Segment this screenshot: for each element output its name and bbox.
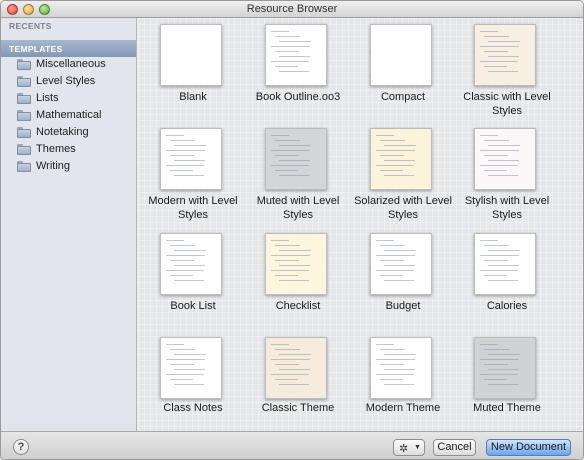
template-thumbnail[interactable] xyxy=(265,233,327,295)
template-item[interactable]: Muted Theme xyxy=(452,331,562,431)
template-name: Budget xyxy=(385,300,421,312)
template-name: Checklist xyxy=(275,300,321,312)
template-name: Modern with Level Styles xyxy=(148,195,238,221)
template-name: Compact xyxy=(380,91,426,103)
folder-icon xyxy=(17,127,31,138)
template-item[interactable]: Stylish with Level Styles xyxy=(452,122,562,222)
template-thumbnail[interactable] xyxy=(370,233,432,295)
sidebar-item-label: Notetaking xyxy=(36,126,89,138)
template-thumbnail[interactable] xyxy=(474,337,536,399)
template-item[interactable]: Muted with Level Styles xyxy=(243,122,353,222)
template-thumbnail[interactable] xyxy=(474,233,536,295)
folder-icon xyxy=(17,59,31,70)
sidebar-item-mathematical[interactable]: Mathematical xyxy=(17,108,135,124)
sidebar-section-recents[interactable]: RECENTS xyxy=(9,21,52,31)
template-name: Muted Theme xyxy=(473,402,541,414)
gear-icon: ✲ xyxy=(399,443,409,455)
title-bar[interactable]: Resource Browser xyxy=(1,1,583,18)
template-thumbnail[interactable] xyxy=(160,337,222,399)
sidebar-item-label: Mathematical xyxy=(36,109,102,121)
sidebar-section-templates[interactable]: TEMPLATES xyxy=(1,40,136,57)
sidebar-item-notetaking[interactable]: Notetaking xyxy=(17,125,135,141)
sidebar-item-label: Level Styles xyxy=(36,75,96,87)
template-item[interactable]: Budget xyxy=(348,227,458,327)
template-item[interactable]: Modern Theme xyxy=(348,331,458,431)
sidebar-item-themes[interactable]: Themes xyxy=(17,142,135,158)
sidebar-item-label: Themes xyxy=(36,143,76,155)
window-title: Resource Browser xyxy=(246,3,338,15)
template-name: Classic Theme xyxy=(261,402,335,414)
folder-icon xyxy=(17,161,31,172)
sidebar-item-label: Writing xyxy=(36,160,71,172)
template-item[interactable]: Classic with Level Styles xyxy=(452,18,562,118)
template-thumbnail[interactable] xyxy=(265,128,327,190)
folder-icon xyxy=(17,93,31,104)
template-name: Class Notes xyxy=(163,402,223,414)
template-name: Classic with Level Styles xyxy=(463,91,551,117)
template-name: Blank xyxy=(179,91,207,103)
folder-icon xyxy=(17,110,31,121)
folder-icon xyxy=(17,76,31,87)
cancel-button[interactable]: Cancel xyxy=(433,439,476,456)
sidebar-section-templates-label: TEMPLATES xyxy=(9,44,63,54)
new-document-button[interactable]: New Document xyxy=(486,439,571,456)
template-thumbnail[interactable] xyxy=(265,24,327,86)
chevron-down-icon: ▼ xyxy=(414,444,421,451)
template-thumbnail[interactable] xyxy=(370,128,432,190)
sidebar-item-label: Lists xyxy=(36,92,59,104)
template-thumbnail[interactable] xyxy=(474,24,536,86)
template-thumbnail[interactable] xyxy=(160,24,222,86)
template-name: Book Outline.oo3 xyxy=(255,91,341,103)
sidebar-item-writing[interactable]: Writing xyxy=(17,159,135,175)
action-menu-button[interactable]: ✲ ▼ xyxy=(393,439,425,456)
template-item[interactable]: Classic Theme xyxy=(243,331,353,431)
template-thumbnail[interactable] xyxy=(370,24,432,86)
template-name: Book List xyxy=(170,300,216,312)
template-thumbnail[interactable] xyxy=(370,337,432,399)
template-name: Stylish with Level Styles xyxy=(464,195,550,221)
template-item[interactable]: Book Outline.oo3 xyxy=(243,18,353,118)
template-item[interactable]: Book List xyxy=(138,227,248,327)
template-thumbnail[interactable] xyxy=(474,128,536,190)
sidebar-item-lists[interactable]: Lists xyxy=(17,91,135,107)
template-item[interactable]: Checklist xyxy=(243,227,353,327)
template-item[interactable]: Class Notes xyxy=(138,331,248,431)
template-item[interactable]: Compact xyxy=(348,18,458,118)
help-button[interactable]: ? xyxy=(13,439,29,455)
template-name: Muted with Level Styles xyxy=(256,195,340,221)
sidebar-item-miscellaneous[interactable]: Miscellaneous xyxy=(17,57,135,73)
template-item[interactable]: Blank xyxy=(138,18,248,118)
template-grid: Blank Book Outline.oo3 Compact Classic with… xyxy=(138,18,583,431)
sidebar-item-level-styles[interactable]: Level Styles xyxy=(17,74,135,90)
resource-browser-window: Resource Browser RECENTS TEMPLATES Misce… xyxy=(0,0,584,460)
sidebar: RECENTS TEMPLATES Miscellaneous Level Sty… xyxy=(1,18,137,431)
template-thumbnail[interactable] xyxy=(160,233,222,295)
template-name: Modern Theme xyxy=(365,402,441,414)
template-thumbnail[interactable] xyxy=(160,128,222,190)
template-name: Calories xyxy=(486,300,528,312)
template-thumbnail[interactable] xyxy=(265,337,327,399)
template-item[interactable]: Modern with Level Styles xyxy=(138,122,248,222)
template-item[interactable]: Solarized with Level Styles xyxy=(348,122,458,222)
template-item[interactable]: Calories xyxy=(452,227,562,327)
sidebar-item-label: Miscellaneous xyxy=(36,58,106,70)
template-name: Solarized with Level Styles xyxy=(354,195,452,221)
bottom-bar: ? ✲ ▼ Cancel New Document xyxy=(1,431,583,459)
folder-icon xyxy=(17,144,31,155)
